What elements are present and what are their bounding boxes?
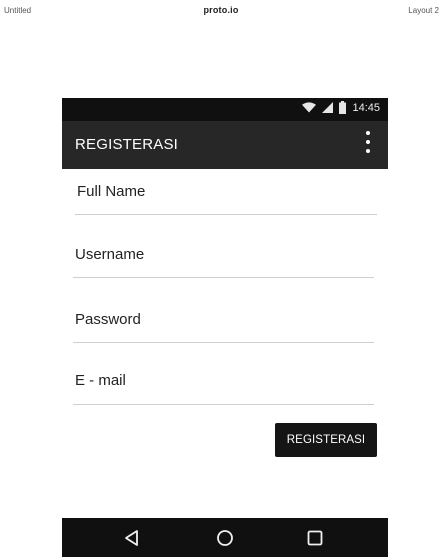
more-vert-icon[interactable] <box>362 131 374 157</box>
password-label: Password <box>75 311 141 328</box>
status-icons: 14:45 <box>302 101 380 114</box>
back-icon[interactable] <box>122 528 142 548</box>
signal-icon <box>322 102 334 113</box>
layout-name: Layout 2 <box>408 6 439 15</box>
register-button[interactable]: REGISTERASI <box>275 423 377 457</box>
navigation-bar <box>62 518 388 557</box>
username-label: Username <box>75 246 145 263</box>
wifi-icon <box>302 102 317 113</box>
full-name-field[interactable]: Full Name <box>75 176 377 215</box>
full-name-label: Full Name <box>77 183 146 200</box>
recents-icon[interactable] <box>305 528 325 548</box>
password-field[interactable]: Password <box>73 305 374 343</box>
email-label: E - mail <box>75 372 126 389</box>
status-bar: 14:45 <box>62 98 388 121</box>
username-field[interactable]: Username <box>73 240 374 278</box>
status-time: 14:45 <box>352 101 380 114</box>
app-bar-title: REGISTERASI <box>75 136 179 153</box>
home-icon[interactable] <box>215 528 235 548</box>
brand-name: proto.io <box>203 5 239 15</box>
email-field[interactable]: E - mail <box>73 367 374 405</box>
prototype-header: Untitled proto.io Layout 2 <box>0 0 442 22</box>
battery-icon <box>339 101 347 114</box>
app-bar: REGISTERASI <box>62 121 388 169</box>
